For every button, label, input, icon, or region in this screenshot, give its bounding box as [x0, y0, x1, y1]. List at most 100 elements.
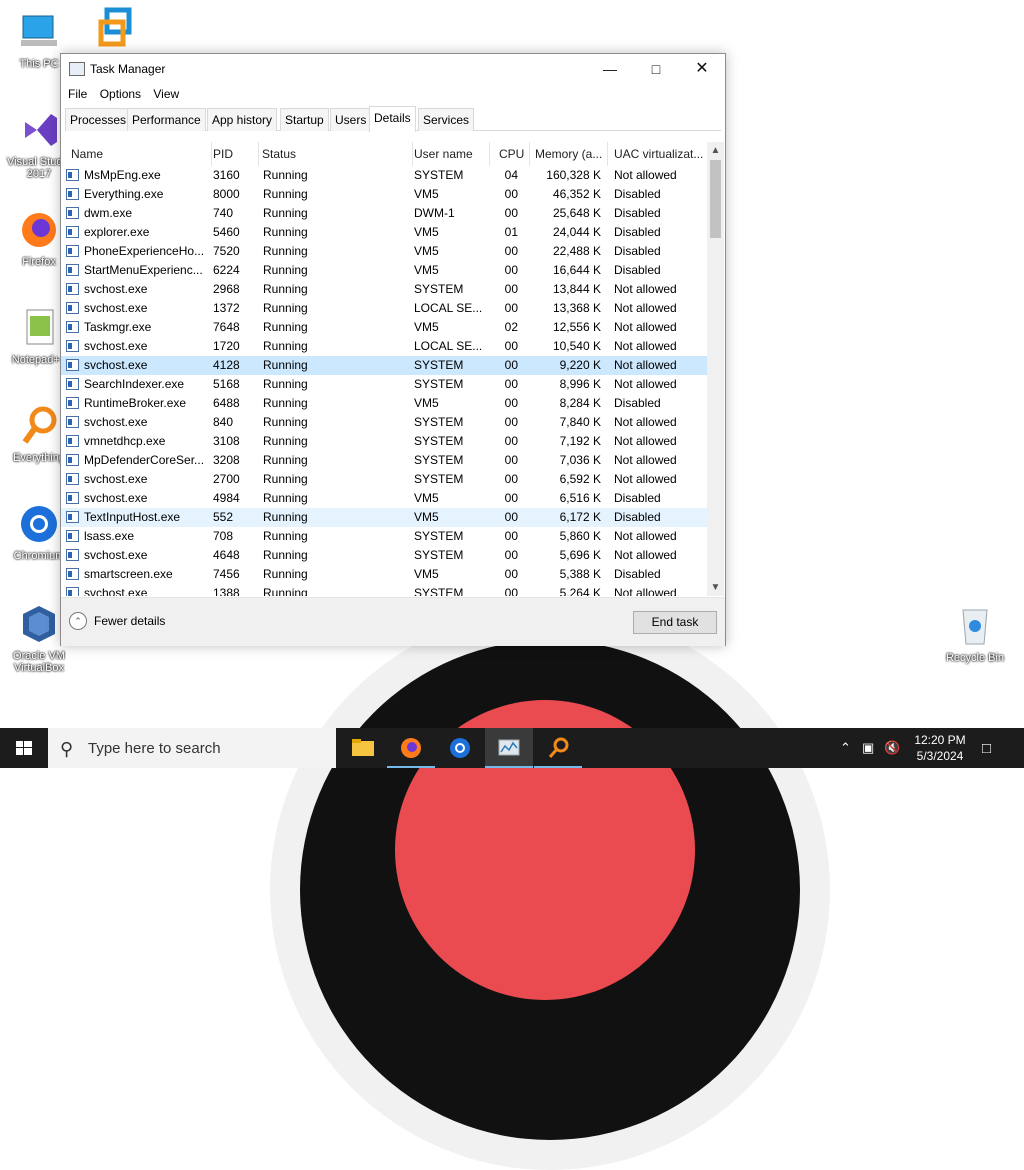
fewer-details-link[interactable]: Fewer details — [94, 614, 165, 628]
cell-cpu: 00 — [504, 206, 518, 220]
table-row[interactable]: svchost.exe 1388 Running SYSTEM 00 5,264 K Not… — [61, 584, 707, 596]
cell-memory: 12,556 K — [552, 320, 601, 334]
vertical-scrollbar[interactable]: ▲ ▼ — [707, 142, 724, 596]
tab-services[interactable]: Services — [418, 108, 475, 131]
minimize-button[interactable]: — — [587, 54, 633, 84]
table-row[interactable]: svchost.exe 840 Running SYSTEM 00 7,840 K Not … — [61, 413, 707, 432]
table-row[interactable]: svchost.exe 4648 Running SYSTEM 00 5,696 K Not… — [61, 546, 707, 565]
tab-users[interactable]: Users — [330, 108, 372, 131]
cell-name: SearchIndexer.exe — [84, 377, 185, 391]
tab-app-history[interactable]: App history — [207, 108, 278, 131]
column-header-uac[interactable]: UAC virtualizat... — [609, 142, 706, 166]
cell-cpu: 01 — [504, 225, 518, 239]
system-clock[interactable]: 12:20 PM 5/3/2024 — [908, 732, 972, 764]
close-button[interactable]: ✕ — [679, 54, 725, 84]
column-header-user-name[interactable]: User name — [409, 142, 490, 166]
table-row[interactable]: svchost.exe 4984 Running VM5 00 6,516 K Disabl… — [61, 489, 707, 508]
tab-startup[interactable]: Startup — [280, 108, 329, 131]
network-icon[interactable]: ▣ — [862, 740, 874, 756]
cell-user: DWM-1 — [414, 206, 455, 220]
column-header-memory[interactable]: Memory (a... — [530, 142, 608, 166]
table-row[interactable]: SearchIndexer.exe 5168 Running SYSTEM 00 8,99… — [61, 375, 707, 394]
cell-uac: Not allowed — [614, 453, 677, 467]
taskbar-search-box[interactable]: ⚲ Type here to search — [48, 728, 336, 768]
cell-name: MsMpEng.exe — [84, 168, 161, 182]
table-row[interactable]: MsMpEng.exe 3160 Running SYSTEM 04 160,328 K N… — [61, 166, 707, 185]
end-task-button[interactable]: End task — [633, 611, 717, 634]
process-icon — [66, 378, 79, 390]
title-bar[interactable]: Task Manager — □ ✕ — [61, 54, 725, 84]
cell-user: SYSTEM — [414, 453, 464, 467]
taskbar-everything[interactable] — [534, 728, 582, 768]
action-center-icon[interactable]: □ — [982, 740, 991, 757]
cell-cpu: 00 — [504, 453, 518, 467]
menu-file[interactable]: File — [68, 84, 87, 104]
search-placeholder: Type here to search — [88, 740, 221, 757]
table-row[interactable]: svchost.exe 4128 Running SYSTEM 00 9,220 K Not… — [61, 356, 707, 375]
cell-cpu: 00 — [504, 472, 518, 486]
task-manager-icon — [498, 739, 520, 756]
taskbar-chromium[interactable] — [436, 728, 484, 768]
cell-user: SYSTEM — [414, 415, 464, 429]
cell-uac: Disabled — [614, 567, 661, 581]
vmware-icon — [95, 6, 139, 50]
column-header-pid[interactable]: PID — [208, 142, 259, 166]
scroll-up-arrow-icon[interactable]: ▲ — [707, 142, 724, 159]
cell-uac: Disabled — [614, 225, 661, 239]
table-row[interactable]: Everything.exe 8000 Running VM5 00 46,352 K Di… — [61, 185, 707, 204]
tab-performance[interactable]: Performance — [127, 108, 206, 131]
taskbar-firefox[interactable] — [387, 728, 435, 768]
menu-view[interactable]: View — [153, 84, 179, 104]
table-row[interactable]: vmnetdhcp.exe 3108 Running SYSTEM 00 7,192 K N… — [61, 432, 707, 451]
cell-pid: 5460 — [213, 225, 240, 239]
table-row[interactable]: MpDefenderCoreSer... 3208 Running SYSTEM 00 7… — [61, 451, 707, 470]
table-row[interactable]: dwm.exe 740 Running DWM-1 00 25,648 K Disabled — [61, 204, 707, 223]
cell-pid: 4984 — [213, 491, 240, 505]
table-row[interactable]: StartMenuExperienc... 6224 Running VM5 00 16,… — [61, 261, 707, 280]
table-row[interactable]: Taskmgr.exe 7648 Running VM5 02 12,556 K Not a… — [61, 318, 707, 337]
cell-status: Running — [263, 358, 308, 372]
cell-name: svchost.exe — [84, 339, 148, 353]
cell-name: svchost.exe — [84, 586, 148, 596]
cell-name: dwm.exe — [84, 206, 133, 220]
column-header-cpu[interactable]: CPU — [494, 142, 530, 166]
chevron-up-icon[interactable]: ⌃ — [840, 740, 851, 756]
table-row[interactable]: smartscreen.exe 7456 Running VM5 00 5,388 K Di… — [61, 565, 707, 584]
column-header-name[interactable]: Name — [66, 142, 212, 166]
tab-processes[interactable]: Processes — [65, 108, 132, 131]
start-button[interactable] — [0, 728, 48, 768]
cell-name: svchost.exe — [84, 282, 148, 296]
cell-uac: Not allowed — [614, 339, 677, 353]
cell-status: Running — [263, 263, 308, 277]
volume-muted-icon[interactable]: 🔇 — [884, 740, 900, 756]
cell-name: svchost.exe — [84, 301, 148, 315]
process-icon — [66, 435, 79, 447]
menu-options[interactable]: Options — [100, 84, 141, 104]
taskbar-file-explorer[interactable] — [338, 728, 386, 768]
cell-memory: 5,388 K — [559, 567, 601, 581]
table-row[interactable]: svchost.exe 2968 Running SYSTEM 00 13,844 K No… — [61, 280, 707, 299]
column-header-status[interactable]: Status — [257, 142, 413, 166]
cell-name: svchost.exe — [84, 548, 148, 562]
maximize-button[interactable]: □ — [633, 54, 679, 84]
chevron-up-icon[interactable]: ⌃ — [69, 612, 87, 630]
cell-name: Taskmgr.exe — [84, 320, 152, 334]
scroll-thumb[interactable] — [710, 160, 721, 238]
desktop-icon-vmware[interactable] — [82, 6, 152, 54]
cell-status: Running — [263, 548, 308, 562]
table-row[interactable]: TextInputHost.exe 552 Running VM5 00 6,172 K D… — [61, 508, 707, 527]
desktop-icon-recycle-bin[interactable]: Recycle Bin — [940, 604, 1010, 664]
cell-status: Running — [263, 187, 308, 201]
cell-user: VM5 — [414, 263, 439, 277]
scroll-down-arrow-icon[interactable]: ▼ — [707, 579, 724, 596]
table-row[interactable]: PhoneExperienceHo... 7520 Running VM5 00 22,4… — [61, 242, 707, 261]
table-row[interactable]: svchost.exe 1372 Running LOCAL SE... 00 13,36… — [61, 299, 707, 318]
table-row[interactable]: svchost.exe 2700 Running SYSTEM 00 6,592 K Not… — [61, 470, 707, 489]
table-row[interactable]: lsass.exe 708 Running SYSTEM 00 5,860 K Not al… — [61, 527, 707, 546]
tab-details[interactable]: Details — [369, 106, 416, 132]
table-row[interactable]: RuntimeBroker.exe 6488 Running VM5 00 8,284 K… — [61, 394, 707, 413]
menu-bar: File Options View — [61, 84, 181, 104]
taskbar-task-manager[interactable] — [485, 728, 533, 768]
table-row[interactable]: svchost.exe 1720 Running LOCAL SE... 00 10,54… — [61, 337, 707, 356]
table-row[interactable]: explorer.exe 5460 Running VM5 01 24,044 K Disa… — [61, 223, 707, 242]
